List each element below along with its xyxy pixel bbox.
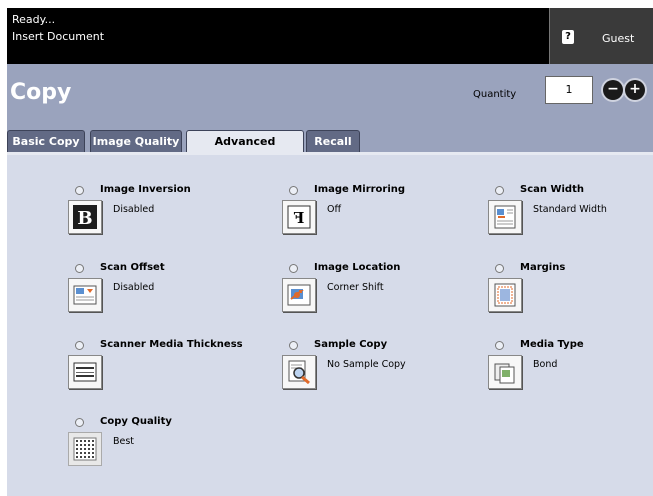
quantity-label: Quantity xyxy=(473,89,517,100)
status-instruction-text: Insert Document xyxy=(12,30,105,43)
quantity-decrement-button[interactable]: − xyxy=(603,80,623,100)
scan-offset-icon xyxy=(73,283,97,307)
media-type-radio[interactable] xyxy=(495,341,504,350)
scan-width-value: Standard Width xyxy=(533,204,607,215)
page-title: Copy xyxy=(10,80,72,105)
copy-quality-label: Copy Quality xyxy=(100,416,172,427)
sample-copy-button[interactable] xyxy=(282,355,316,389)
media-type-label: Media Type xyxy=(520,339,584,350)
sample-copy-label: Sample Copy xyxy=(314,339,388,350)
copy-quality-icon xyxy=(73,437,97,461)
media-type-icon xyxy=(493,360,517,384)
status-ready-text: Ready... xyxy=(12,13,56,26)
sample-copy-value: No Sample Copy xyxy=(327,359,406,370)
scan-width-radio[interactable] xyxy=(495,186,504,195)
svg-text:F: F xyxy=(293,209,304,227)
tab-image-quality[interactable]: Image Quality xyxy=(90,130,182,152)
scan-offset-label: Scan Offset xyxy=(100,262,165,273)
image-mirroring-radio[interactable] xyxy=(289,186,298,195)
scan-width-button[interactable] xyxy=(488,200,522,234)
image-mirroring-label: Image Mirroring xyxy=(314,184,406,195)
scanner-media-thickness-button[interactable] xyxy=(68,355,102,389)
margins-button[interactable] xyxy=(488,278,522,312)
image-location-button[interactable] xyxy=(282,278,316,312)
scan-width-label: Scan Width xyxy=(520,184,584,195)
copy-quality-value: Best xyxy=(113,436,135,447)
copy-screen: { "status": { "line1": "Ready...", "line… xyxy=(0,0,653,496)
scan-offset-button[interactable] xyxy=(68,278,102,312)
margins-icon xyxy=(493,283,517,307)
image-mirroring-icon: F xyxy=(287,205,311,229)
image-mirroring-button[interactable]: F xyxy=(282,200,316,234)
tab-basic-copy[interactable]: Basic Copy xyxy=(7,130,85,152)
quantity-increment-button[interactable]: + xyxy=(625,80,645,100)
login-icon: ? xyxy=(562,30,574,44)
image-inversion-radio[interactable] xyxy=(75,186,84,195)
image-inversion-icon: B xyxy=(73,205,97,229)
margins-radio[interactable] xyxy=(495,264,504,273)
scanner-media-thickness-radio[interactable] xyxy=(75,341,84,350)
media-type-value: Bond xyxy=(533,359,558,370)
scan-width-icon xyxy=(493,205,517,229)
user-login-button[interactable]: ? Guest xyxy=(549,8,653,64)
tab-advanced-settings[interactable]: Advanced Settings xyxy=(186,130,304,170)
image-location-label: Image Location xyxy=(314,262,401,273)
image-inversion-button[interactable]: B xyxy=(68,200,102,234)
status-bar: Ready... Insert Document ? Guest xyxy=(7,8,653,64)
scanner-media-thickness-label: Scanner Media Thickness xyxy=(100,339,243,350)
image-location-radio[interactable] xyxy=(289,264,298,273)
svg-text:B: B xyxy=(77,208,92,229)
image-inversion-label: Image Inversion xyxy=(100,184,191,195)
margins-label: Margins xyxy=(520,262,566,273)
scan-offset-radio[interactable] xyxy=(75,264,84,273)
scanner-media-thickness-icon xyxy=(73,360,97,384)
user-label: Guest xyxy=(602,32,635,45)
image-location-icon xyxy=(287,283,311,307)
tab-recall[interactable]: Recall xyxy=(306,130,360,152)
image-mirroring-value: Off xyxy=(327,204,342,215)
quantity-input[interactable]: 1 xyxy=(545,76,593,104)
media-type-button[interactable] xyxy=(488,355,522,389)
copy-quality-button[interactable] xyxy=(68,432,102,466)
scan-offset-value: Disabled xyxy=(113,282,155,293)
image-inversion-value: Disabled xyxy=(113,204,155,215)
image-location-value: Corner Shift xyxy=(327,282,384,293)
sample-copy-icon xyxy=(287,360,311,385)
copy-quality-radio[interactable] xyxy=(75,418,84,427)
sample-copy-radio[interactable] xyxy=(289,341,298,350)
